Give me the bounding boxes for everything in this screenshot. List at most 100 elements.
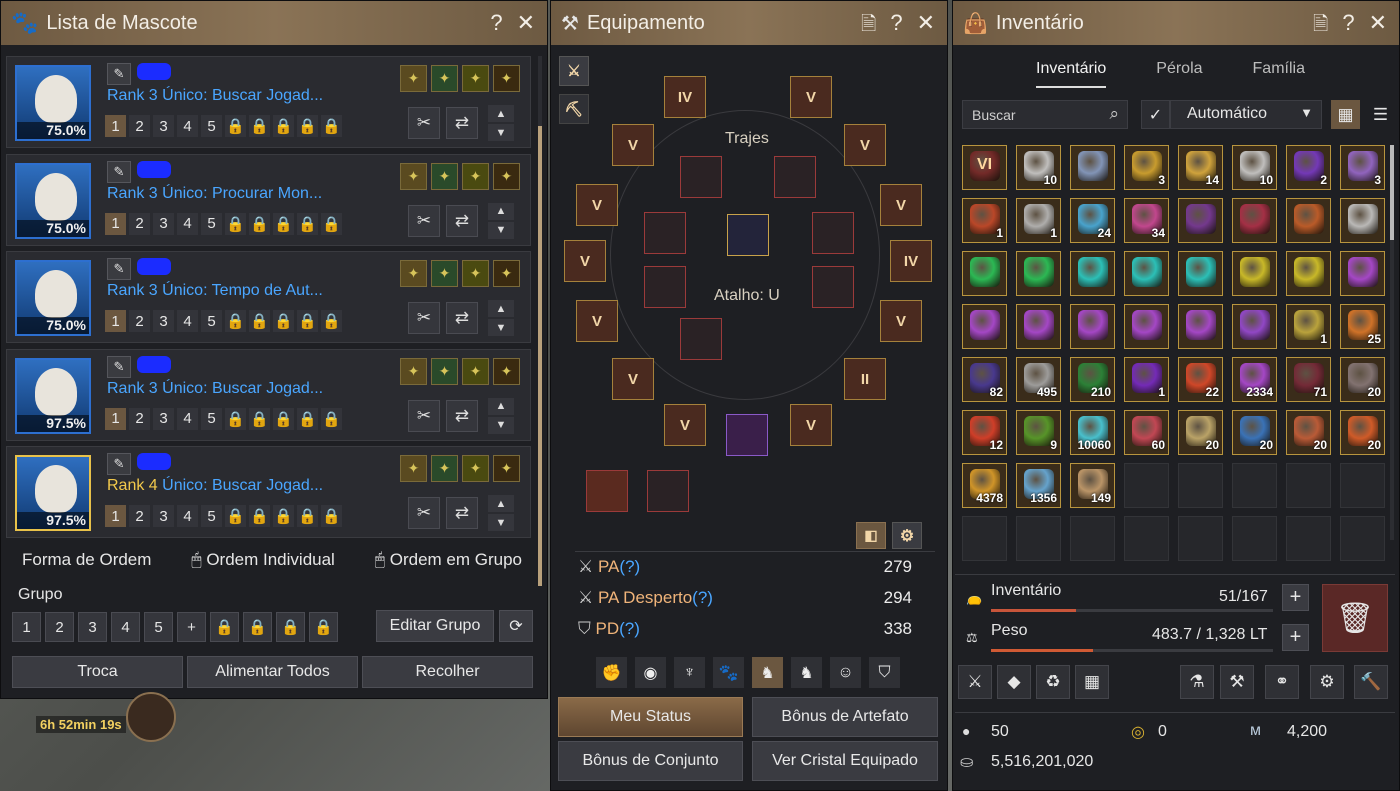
inventory-item[interactable] (1286, 251, 1331, 296)
group-button[interactable]: 4 (111, 612, 140, 642)
gear-slot[interactable]: V (576, 184, 618, 226)
costume-slot[interactable] (680, 318, 722, 360)
tier-slot[interactable]: 2 (129, 505, 150, 527)
grid-icon[interactable]: ▦ (1075, 665, 1109, 699)
tool-slot[interactable] (647, 470, 689, 512)
empty-slot[interactable] (1286, 516, 1331, 561)
pencil-icon[interactable]: ✎ (107, 453, 131, 475)
gear-slot[interactable]: V (576, 300, 618, 342)
pet-portrait[interactable]: 75.0% (15, 65, 91, 141)
inventory-item[interactable]: 25 (1340, 304, 1385, 349)
tier-slot[interactable]: 5 (201, 310, 222, 332)
chain-icon[interactable]: ⚭ (1265, 665, 1299, 699)
arrow-down-icon[interactable]: ▼ (488, 124, 514, 141)
inventory-item[interactable]: 12 (962, 410, 1007, 455)
search-input[interactable]: Buscar ⌕ (962, 100, 1128, 129)
tier-slot[interactable]: 1 (105, 115, 126, 137)
gear-icon[interactable]: ⚙ (892, 522, 922, 549)
pet-list-scrollbar[interactable] (538, 56, 542, 586)
costume-slot[interactable] (812, 266, 854, 308)
mask-icon[interactable]: ◉ (635, 657, 666, 688)
inventory-item[interactable]: 1 (1286, 304, 1331, 349)
fist-icon[interactable]: ✊ (596, 657, 627, 688)
inventory-item[interactable] (1070, 251, 1115, 296)
pet-skill-icon[interactable]: ✦ (431, 65, 458, 92)
empty-slot[interactable] (1286, 463, 1331, 508)
dance-icon[interactable]: ♞ (791, 657, 822, 688)
pencil-icon[interactable]: ✎ (107, 258, 131, 280)
swap-icon[interactable]: ⇄ (446, 204, 478, 237)
no-combat-icon[interactable]: ✂ (408, 497, 440, 529)
tier-slot[interactable]: 3 (153, 310, 174, 332)
inventory-item[interactable]: 1 (1124, 357, 1169, 402)
inventory-item[interactable] (1340, 251, 1385, 296)
empty-slot[interactable] (1340, 516, 1385, 561)
refresh-icon[interactable]: ⟳ (499, 610, 533, 642)
anvil-icon[interactable]: ⚙ (1310, 665, 1344, 699)
artifact-bonus-button[interactable]: Bônus de Artefato (752, 697, 938, 737)
pet-row[interactable]: 75.0% ✎ Rank 3 Único: Tempo de Aut... 12… (6, 251, 531, 343)
inventory-item[interactable] (962, 304, 1007, 349)
no-combat-icon[interactable]: ✂ (408, 204, 440, 237)
tier-slot[interactable]: 3 (153, 407, 174, 430)
empty-slot[interactable] (1124, 463, 1169, 508)
pet-row[interactable]: 97.5% ✎ Rank 3 Único: Buscar Jogad... 12… (6, 348, 531, 441)
gear-slot[interactable]: V (880, 184, 922, 226)
inventory-item[interactable]: 1 (1016, 198, 1061, 243)
empty-slot[interactable] (1178, 516, 1223, 561)
gear-slot[interactable]: V (612, 124, 654, 166)
swap-icon[interactable]: ⇄ (446, 107, 478, 139)
tier-slot[interactable]: 4 (177, 505, 198, 527)
document-icon[interactable]: 🗎 (861, 10, 876, 42)
inventory-item[interactable]: 82 (962, 357, 1007, 402)
costume-slot[interactable] (812, 212, 854, 254)
inventory-item[interactable]: 2334 (1232, 357, 1277, 402)
inventory-item[interactable]: 20 (1232, 410, 1277, 455)
empty-slot[interactable] (1070, 516, 1115, 561)
pet-skill-icon[interactable]: ✦ (400, 455, 427, 482)
pet-skill-icon[interactable]: ✦ (431, 162, 458, 190)
inventory-item[interactable]: 9 (1016, 410, 1061, 455)
pet-skill-icon[interactable]: ✦ (462, 65, 489, 92)
empty-slot[interactable] (1340, 463, 1385, 508)
gear-slot[interactable]: V (790, 404, 832, 446)
sword-icon[interactable]: ⚔ (958, 665, 992, 699)
buff-icon[interactable] (126, 692, 176, 742)
tier-slot[interactable]: 5 (201, 407, 222, 430)
group-button[interactable]: 3 (78, 612, 107, 642)
inventory-item[interactable] (1232, 198, 1277, 243)
close-icon[interactable]: ✕ (517, 10, 535, 36)
shield-toggle-icon[interactable]: ◧ (856, 522, 886, 549)
inventory-item[interactable]: 4378 (962, 463, 1007, 508)
tier-slot[interactable]: 1 (105, 407, 126, 430)
group-button[interactable]: 5 (144, 612, 173, 642)
no-combat-icon[interactable]: ✂ (408, 399, 440, 432)
arrow-up-icon[interactable]: ▲ (488, 202, 514, 220)
tab-inventory[interactable]: Inventário (1036, 60, 1107, 88)
tier-slot[interactable]: 3 (153, 505, 174, 527)
inventory-item[interactable]: 20 (1178, 410, 1223, 455)
inventory-item[interactable]: 149 (1070, 463, 1115, 508)
gear-slot[interactable]: V (612, 358, 654, 400)
swap-icon[interactable]: ⇄ (446, 399, 478, 432)
costume-slot[interactable] (644, 212, 686, 254)
inventory-item[interactable] (1232, 304, 1277, 349)
alchemy-icon[interactable]: ⚗ (1180, 665, 1214, 699)
hammer-icon[interactable]: ⚒ (1220, 665, 1254, 699)
inventory-item[interactable]: 34 (1124, 198, 1169, 243)
inventory-item[interactable] (1124, 304, 1169, 349)
arrow-down-icon[interactable]: ▼ (488, 221, 514, 239)
close-icon[interactable]: ✕ (1369, 10, 1387, 42)
pet-skill-icon[interactable]: ✦ (493, 162, 520, 190)
inventory-item[interactable]: 495 (1016, 357, 1061, 402)
pencil-icon[interactable]: ✎ (107, 63, 131, 85)
trash-icon[interactable]: 🗑 (1322, 584, 1388, 652)
tier-slot[interactable]: 4 (177, 310, 198, 332)
stat-help[interactable]: (?) (619, 619, 640, 638)
pet-skill-icon[interactable]: ✦ (493, 455, 520, 482)
gear-slot[interactable]: II (844, 358, 886, 400)
help-icon[interactable]: ? (890, 10, 902, 42)
weapon-slot[interactable] (726, 414, 768, 456)
repair-icon[interactable]: 🔨 (1354, 665, 1388, 699)
inventory-item[interactable]: 10 (1016, 145, 1061, 190)
